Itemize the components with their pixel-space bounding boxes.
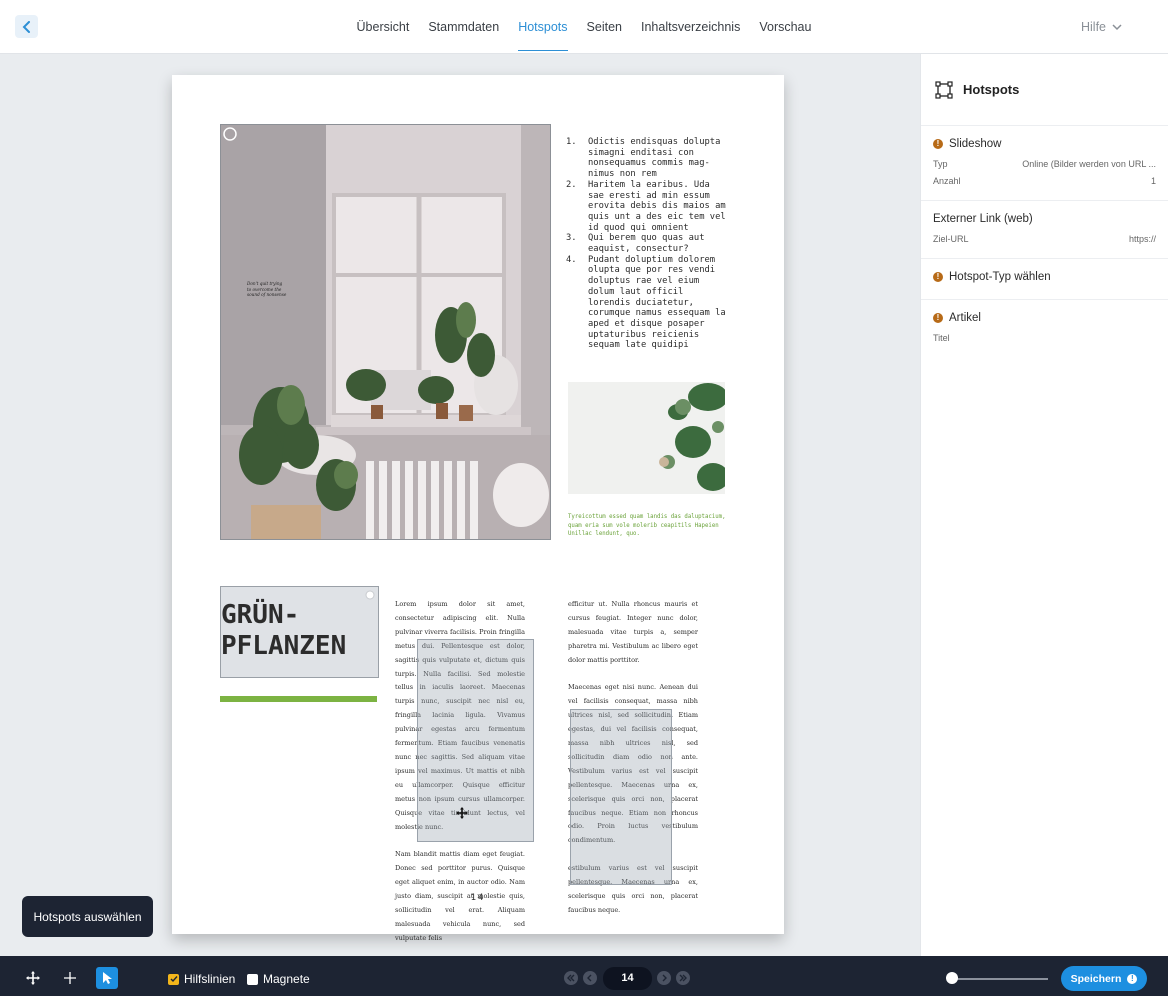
page-number: 14 — [470, 893, 486, 903]
hotspot-article[interactable]: ! Artikel Titel — [921, 300, 1168, 357]
hotspot-title: Externer Link (web) — [933, 213, 1033, 225]
hotspots-panel: Hotspots ! Slideshow Typ Online (Bilder we… — [920, 54, 1168, 956]
warning-icon: ! — [933, 313, 943, 323]
list-item: 3. Qui berem quo quas aut eaquist, consec… — [566, 233, 705, 255]
warning-icon: ! — [933, 139, 943, 149]
first-page-button[interactable] — [564, 971, 578, 985]
zoom-slider-handle[interactable] — [946, 972, 958, 984]
hotspot-title: Artikel — [949, 312, 981, 324]
magazine-page[interactable]: Don't quit trying to overcome the sound … — [172, 75, 784, 942]
accent-bar — [220, 696, 377, 702]
plants-photo-image — [568, 382, 725, 494]
move-cursor-icon — [456, 807, 468, 819]
prev-page-button[interactable] — [583, 971, 597, 985]
double-chevron-left-icon — [567, 974, 575, 982]
help-menu[interactable]: Hilfe — [1081, 0, 1122, 54]
save-button[interactable]: Speichern ! — [1061, 966, 1147, 991]
tab-uebersicht[interactable]: Übersicht — [347, 0, 419, 54]
room-photo-image — [221, 125, 550, 539]
checkbox-checked-icon — [168, 973, 179, 985]
panel-header: Hotspots — [921, 54, 1168, 126]
paragraph: efficitur ut. Nulla rhoncus mauris et cu… — [568, 600, 698, 664]
list-item: 4. Pudant doluptium dolo­rem olupta que p… — [566, 254, 726, 351]
main-nav: Übersicht Stammdaten Hotspots Seiten Inh… — [0, 0, 1168, 54]
help-label: Hilfe — [1081, 20, 1107, 34]
double-chevron-right-icon — [679, 974, 687, 982]
chevron-left-icon — [587, 974, 592, 982]
list-item: 2. Haritem la earibus. Uda sae eresti ad … — [566, 179, 726, 233]
checkbox-unchecked-icon — [247, 973, 258, 985]
plants-photo[interactable] — [568, 382, 725, 494]
property-row: Anzahl 1 — [933, 176, 1156, 186]
panel-title: Hotspots — [963, 82, 1020, 97]
back-button[interactable] — [15, 15, 38, 38]
hotspot-title: Hotspot-Typ wählen — [949, 271, 1051, 283]
warning-icon: ! — [933, 272, 943, 282]
room-photo[interactable]: Don't quit trying to overcome the sound … — [220, 124, 551, 540]
select-tool-button[interactable] — [96, 967, 118, 989]
editor-canvas[interactable]: Don't quit trying to overcome the sound … — [0, 54, 920, 956]
cursor-arrow-icon — [103, 972, 112, 984]
tab-vorschau[interactable]: Vorschau — [750, 0, 821, 54]
chevron-down-icon — [1112, 24, 1122, 31]
hotspot-title: Slideshow — [949, 138, 1002, 150]
bounding-box-icon — [935, 80, 953, 99]
tab-stammdaten[interactable]: Stammdaten — [419, 0, 509, 54]
hotspot-marker-icon — [365, 590, 375, 600]
hotspot-external-link[interactable]: Externer Link (web) Ziel-URL https:// — [921, 201, 1168, 259]
magnets-checkbox[interactable]: Magnete — [247, 972, 310, 986]
page-number-input[interactable]: 14 — [603, 967, 652, 990]
add-hotspot-button[interactable] — [59, 967, 81, 989]
last-page-button[interactable] — [676, 971, 690, 985]
info-icon: ! — [1127, 973, 1138, 984]
chevron-left-icon — [22, 20, 30, 33]
save-label: Speichern — [1070, 972, 1122, 985]
move-arrows-icon — [26, 971, 40, 985]
headline-box[interactable]: GRÜN- PFLANZEN — [220, 586, 379, 678]
hotspot-slideshow[interactable]: ! Slideshow Typ Online (Bilder werden von … — [921, 126, 1168, 201]
next-page-button[interactable] — [657, 971, 671, 985]
hotspot-tooltip: Hotspots auswählen — [22, 896, 153, 937]
image-caption[interactable]: Tyreicottum essed quam landis das dalupt… — [568, 513, 728, 539]
list-item: 1. Odictis endisquas dolup­ta simagni end… — [566, 137, 721, 180]
chevron-right-icon — [662, 974, 667, 982]
plus-icon — [64, 972, 76, 984]
magnets-label: Magnete — [263, 972, 310, 986]
property-row: Titel — [933, 333, 950, 343]
property-row: Typ Online (Bilder werden von URL ... — [933, 159, 1156, 169]
zoom-slider-track[interactable] — [950, 978, 1048, 980]
tab-seiten[interactable]: Seiten — [577, 0, 631, 54]
hotspot-area[interactable] — [570, 709, 672, 885]
top-bar: Übersicht Stammdaten Hotspots Seiten Inh… — [0, 0, 1168, 54]
guides-label: Hilfslinien — [184, 972, 236, 986]
numbered-list[interactable]: 1. Odictis endisquas dolup­ta simagni end… — [566, 137, 726, 351]
pan-tool-button[interactable] — [22, 967, 44, 989]
headline: GRÜN- PFLANZEN — [221, 600, 347, 661]
hotspot-area[interactable] — [417, 639, 534, 842]
wall-doodle-text: Don't quit trying to overcome the sound … — [247, 281, 287, 298]
tab-inhaltsverzeichnis[interactable]: Inhaltsverzeichnis — [631, 0, 749, 54]
hotspot-choose-type[interactable]: ! Hotspot-Typ wählen — [921, 259, 1168, 300]
property-row: Ziel-URL https:// — [933, 234, 1156, 244]
tab-hotspots[interactable]: Hotspots — [509, 0, 577, 54]
guides-checkbox[interactable]: Hilfslinien — [168, 972, 235, 986]
